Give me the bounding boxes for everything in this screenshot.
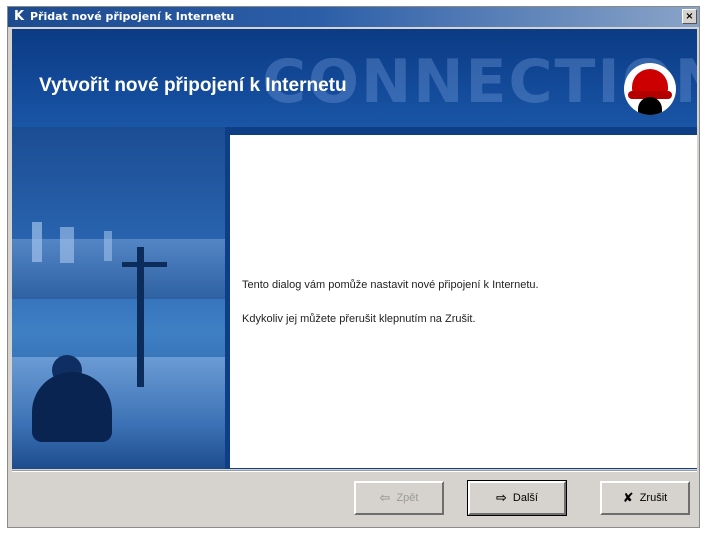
x-icon: ✘ — [622, 490, 634, 506]
content-panel: Tento dialog vám pomůže nastavit nové př… — [230, 135, 697, 468]
kde-app-icon[interactable]: K — [12, 9, 26, 24]
page-heading: Vytvořit nové připojení k Internetu — [39, 75, 347, 96]
title-bar[interactable]: K Přidat nové připojení k Internetu × — [8, 7, 699, 27]
wizard-window: K Přidat nové připojení k Internetu × CO… — [7, 6, 700, 528]
cancel-hint-text: Kdykoliv jej můžete přerušit klepnutím n… — [242, 313, 476, 325]
side-photo — [12, 127, 225, 469]
header-panel: CONNECTION Vytvořit nové připojení k Int… — [12, 29, 697, 127]
wizard-banner: CONNECTION Vytvořit nové připojení k Int… — [12, 29, 697, 469]
next-button[interactable]: ⇨ Další — [467, 480, 567, 516]
intro-text: Tento dialog vám pomůže nastavit nové př… — [242, 279, 539, 291]
back-button-label: Zpět — [396, 492, 419, 504]
cancel-button[interactable]: ✘ Zrušit — [600, 481, 690, 515]
close-button[interactable]: × — [682, 9, 697, 24]
back-arrow-icon: ⇦ — [379, 490, 391, 506]
redhat-logo-icon — [624, 63, 676, 115]
window-title: Přidat nové připojení k Internetu — [30, 10, 235, 23]
button-separator — [12, 470, 697, 472]
forward-arrow-icon: ⇨ — [496, 490, 507, 506]
cancel-button-label: Zrušit — [639, 492, 668, 504]
next-button-label: Další — [512, 492, 538, 504]
back-button[interactable]: ⇦ Zpět — [354, 481, 444, 515]
